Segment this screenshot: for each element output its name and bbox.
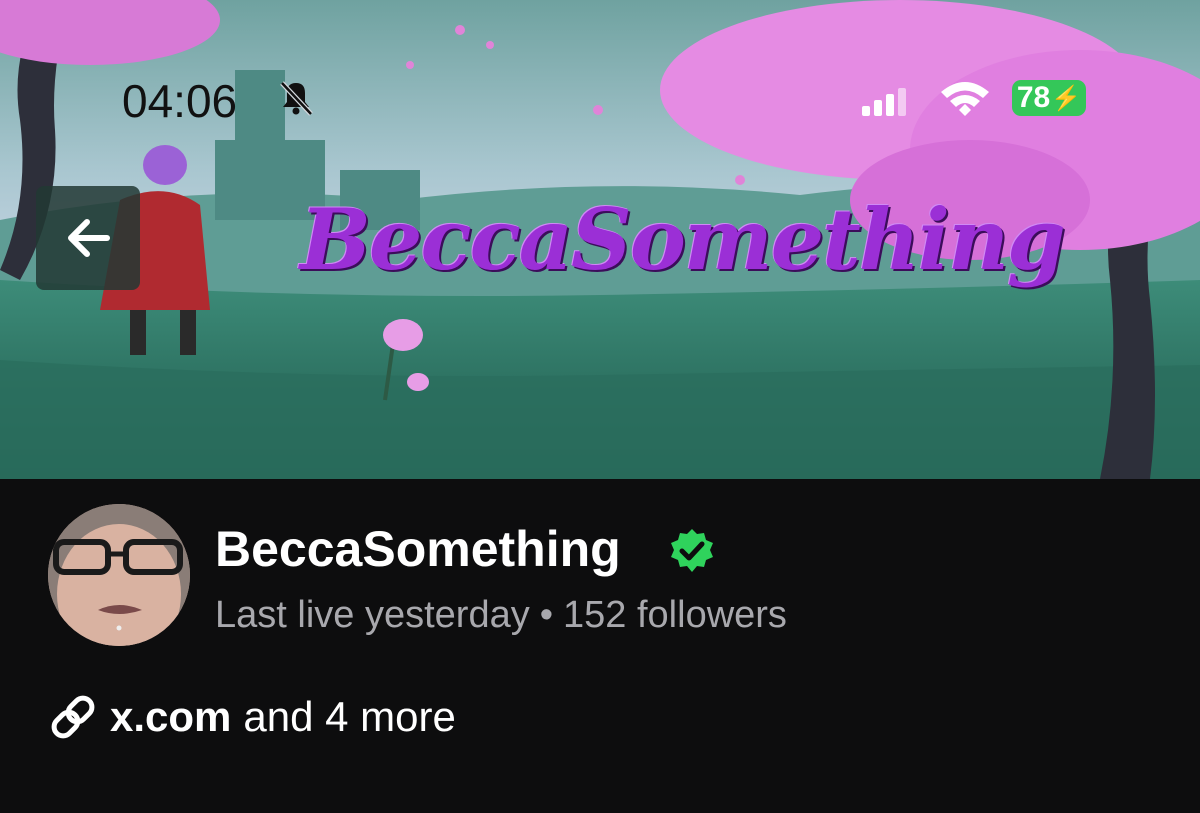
banner-title: BeccaSomething [300,190,1066,289]
verified-badge-icon [671,529,713,572]
meta-separator: • [539,594,554,636]
arrow-left-icon [68,219,110,257]
signal-bars-icon [862,88,906,116]
battery-level: 78 [1016,81,1051,114]
bell-slash-icon [280,81,313,116]
follower-count: 152 followers [563,594,787,636]
battery-indicator: 78 ⚡ [1012,80,1086,116]
channel-banner: BeccaSomething 04:06 78 ⚡ [0,0,1200,479]
charging-bolt-icon: ⚡ [1051,84,1082,112]
primary-link[interactable]: x.com [110,693,231,741]
avatar[interactable] [48,504,190,646]
last-live-text: Last live yesterday [215,594,530,636]
channel-name: BeccaSomething [215,521,621,577]
channel-meta: Last live yesterday • 152 followers [215,594,787,637]
wifi-icon [941,82,989,116]
link-icon [51,695,95,739]
back-button[interactable] [36,186,140,290]
more-links[interactable]: and 4 more [243,693,455,741]
social-links[interactable]: x.com and 4 more [48,693,456,741]
avatar-photo [48,504,190,646]
status-time: 04:06 [122,75,238,127]
